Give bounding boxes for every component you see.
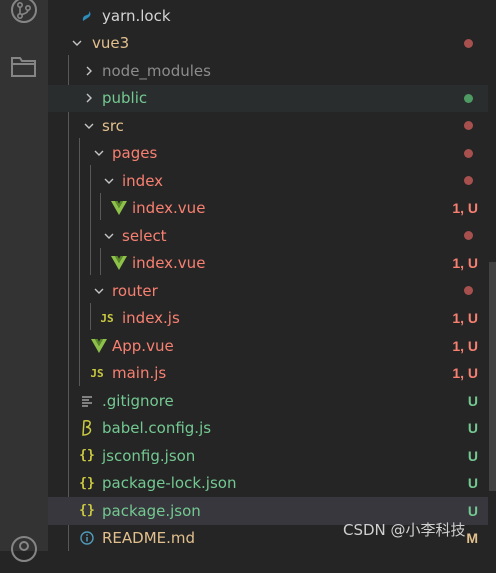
watermark: CSDN @小李科技 <box>343 521 466 539</box>
vue-icon <box>90 332 108 359</box>
tree-item-label: .gitignore <box>102 391 174 410</box>
tree-item-label: main.js <box>112 364 167 383</box>
status-badge: U <box>467 502 478 519</box>
status-badge: U <box>467 475 478 492</box>
chevron-down-icon <box>80 112 98 139</box>
chevron-down-icon <box>100 167 118 194</box>
tree-item-label: select <box>122 226 167 245</box>
tree-item-label: src <box>102 116 124 135</box>
tree-item-label: vue3 <box>92 34 130 53</box>
status-badge: 1, U <box>452 310 478 327</box>
tree-item-label: App.vue <box>112 336 174 355</box>
modified-dot <box>464 286 473 296</box>
tree-item-vue3[interactable]: vue3 <box>48 30 488 58</box>
chevron-down-icon <box>90 277 108 304</box>
tree-item-label: index.vue <box>132 199 206 218</box>
chevron-right-icon <box>80 57 98 84</box>
tree-item-label: index.js <box>122 309 180 328</box>
status-badge: M <box>466 530 478 547</box>
tree-item-label: package.json <box>102 501 201 520</box>
untracked-dot <box>464 93 473 103</box>
vue-icon <box>110 195 128 222</box>
tree-item-label: index <box>122 171 164 190</box>
files-icon[interactable] <box>0 42 48 90</box>
chevron-down-icon <box>68 30 86 57</box>
babel-icon <box>78 415 96 442</box>
json-icon: {} <box>79 448 95 463</box>
tree-item-index-vue[interactable]: index.vue 1, U <box>48 195 488 223</box>
tree-item-main-js[interactable]: JS main.js 1, U <box>48 360 488 388</box>
modified-dot <box>464 38 473 48</box>
yarn-icon <box>78 2 96 29</box>
tree-item-label: router <box>112 281 158 300</box>
tree-item-label: public <box>102 89 148 108</box>
modified-dot <box>464 148 473 158</box>
tree-item-router-index-js[interactable]: JS index.js 1, U <box>48 305 488 333</box>
lines-icon <box>78 387 96 414</box>
tree-item-public[interactable]: public <box>48 84 488 112</box>
tree-item-index-folder[interactable]: index <box>48 167 488 195</box>
tree-item-jsconfig-json[interactable]: {} jsconfig.json U <box>48 442 488 470</box>
account-icon[interactable] <box>0 525 48 573</box>
tree-item-label: index.vue <box>132 254 206 273</box>
tree-item-pages[interactable]: pages <box>48 140 488 168</box>
status-badge: 1, U <box>452 337 478 354</box>
activity-bar <box>0 0 48 562</box>
vue-icon <box>110 250 128 277</box>
status-badge: U <box>467 420 478 437</box>
tree-item-package-lock-json[interactable]: {} package-lock.json U <box>48 470 488 498</box>
js-icon: JS <box>100 311 114 325</box>
tree-item-label: jsconfig.json <box>102 446 196 465</box>
tree-item-node-modules[interactable]: node_modules <box>48 57 488 85</box>
vertical-scrollbar[interactable] <box>489 262 496 491</box>
tree-item-label: package-lock.json <box>102 474 237 493</box>
chevron-down-icon <box>90 140 108 167</box>
tree-item-label: node_modules <box>102 61 211 80</box>
file-explorer: yarn.lock vue3 node_modules public src p… <box>48 0 496 551</box>
chevron-right-icon <box>80 85 98 112</box>
modified-dot <box>464 231 473 241</box>
js-icon: JS <box>90 366 104 380</box>
modified-dot <box>464 121 473 131</box>
tree-item-select-index-vue[interactable]: index.vue 1, U <box>48 250 488 278</box>
modified-dot <box>464 176 473 186</box>
info-icon <box>78 525 96 552</box>
tree-item-app-vue[interactable]: App.vue 1, U <box>48 332 488 360</box>
tree-item-src[interactable]: src <box>48 112 488 140</box>
tree-item-label: pages <box>112 144 158 163</box>
tree-item-babel-config[interactable]: babel.config.js U <box>48 415 488 443</box>
json-icon: {} <box>79 475 95 491</box>
tree-item-label: README.md <box>102 529 196 548</box>
status-badge: 1, U <box>452 365 478 382</box>
chevron-down-icon <box>100 222 118 249</box>
status-badge: 1, U <box>452 255 478 272</box>
json-icon: {} <box>79 503 95 518</box>
tree-item-label: babel.config.js <box>102 419 212 438</box>
status-badge: U <box>467 447 478 464</box>
status-badge: 1, U <box>452 200 478 217</box>
status-badge: U <box>467 392 478 409</box>
tree-item-select-folder[interactable]: select <box>48 222 488 250</box>
tree-item-yarn-lock[interactable]: yarn.lock <box>48 2 488 30</box>
tree-item-gitignore[interactable]: .gitignore U <box>48 387 488 415</box>
source-control-icon[interactable] <box>0 0 48 34</box>
tree-item-label: yarn.lock <box>102 6 171 25</box>
tree-item-router[interactable]: router <box>48 277 488 305</box>
